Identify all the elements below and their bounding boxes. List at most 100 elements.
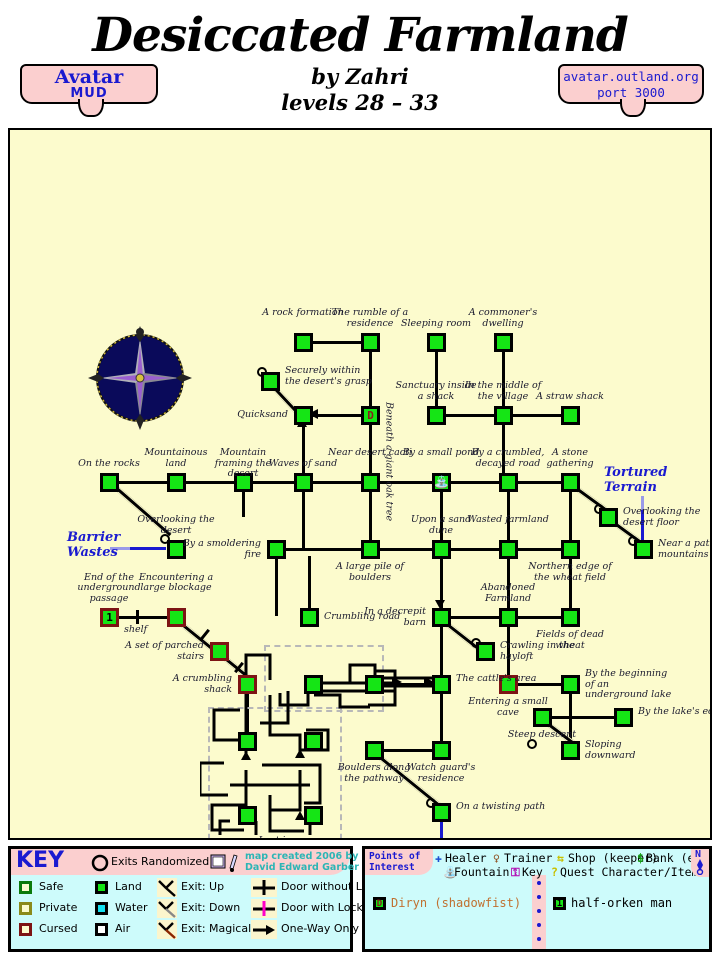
bank-icon: $ bbox=[637, 851, 644, 865]
key-label: Key bbox=[522, 865, 543, 879]
room-end-underground-passage[interactable]: 1 bbox=[100, 608, 119, 627]
room-crumbling-shack[interactable] bbox=[238, 675, 257, 694]
room-near-desert-cacti[interactable] bbox=[361, 473, 380, 492]
poi-entry-halforken: half-orken man bbox=[571, 896, 673, 910]
room-beneath-oak-tree[interactable]: D bbox=[361, 406, 380, 425]
label-safe: Safe bbox=[39, 880, 64, 893]
door-marker bbox=[136, 610, 139, 624]
header: Desiccated Farmland by Zahri levels 28 –… bbox=[0, 0, 720, 125]
room-large-pile-boulders[interactable] bbox=[361, 540, 380, 559]
healer-icon: ✚ bbox=[435, 851, 442, 865]
healer-label: Healer bbox=[445, 851, 487, 865]
room-large-blockage[interactable] bbox=[167, 608, 186, 627]
room-maze-1[interactable] bbox=[304, 675, 323, 694]
swatch-water bbox=[95, 902, 108, 915]
room-stone-gathering[interactable] bbox=[561, 473, 580, 492]
room-sleeping-room[interactable] bbox=[427, 333, 446, 352]
room-abandoned-farmland[interactable] bbox=[499, 608, 518, 627]
room-maze-3[interactable] bbox=[238, 732, 257, 751]
room-label-abandoned-farmland: Abandoned Farmland bbox=[480, 582, 536, 604]
room-label-securely-desert-grasp: Securely within the desert's grasp bbox=[285, 365, 372, 387]
room-cattles-area[interactable] bbox=[432, 675, 451, 694]
room-sloping-downward[interactable] bbox=[561, 741, 580, 760]
room-crumbling-road[interactable] bbox=[300, 608, 319, 627]
room-label-on-twisting-path: On a twisting path bbox=[456, 801, 546, 812]
room-label-entering-small-cave: Entering a small cave bbox=[468, 696, 548, 718]
room-on-the-rocks[interactable] bbox=[100, 473, 119, 492]
room-parched-stairs[interactable] bbox=[210, 642, 229, 661]
room-middle-village[interactable] bbox=[494, 406, 513, 425]
room-underground-lake-beginning[interactable] bbox=[561, 675, 580, 694]
key-legend-inner: KEY Exits Randomized map created 2006 by… bbox=[11, 848, 381, 949]
room-poi-fountain-icon: ⛲ bbox=[434, 475, 449, 489]
trainer-icon: ♀ bbox=[493, 851, 500, 865]
compass-rose bbox=[88, 326, 192, 430]
label-exit-down: Exit: Down bbox=[181, 901, 241, 914]
room-securely-desert-grasp[interactable] bbox=[261, 372, 280, 391]
quest-label: Quest Character/Item bbox=[560, 865, 699, 879]
key-title: KEY bbox=[16, 848, 65, 873]
poi-legend-inner: Points of Interest ✚ Healer ♀ Trainer ⇆ … bbox=[365, 849, 709, 949]
room-smoldering-fire[interactable] bbox=[267, 540, 286, 559]
map-canvas[interactable]: shelf D ⛲ 1 A rock formation The rumble … bbox=[8, 128, 712, 840]
key-legend: KEY Exits Randomized map created 2006 by… bbox=[8, 846, 381, 952]
room-near-path-mountains[interactable] bbox=[634, 540, 653, 559]
edge bbox=[308, 556, 311, 616]
poi-entry-diryn: Diryn (shadowfist) bbox=[391, 896, 522, 910]
room-label-stone-gathering: A stone gathering bbox=[546, 447, 594, 469]
label-private: Private bbox=[39, 901, 78, 914]
room-label-smoldering-fire: By a smoldering fire bbox=[182, 538, 261, 560]
server-address-banner: avatar.outland.org port 3000 bbox=[558, 64, 704, 117]
room-straw-shack[interactable] bbox=[561, 406, 580, 425]
room-rumble-residence[interactable] bbox=[361, 333, 380, 352]
swatch-private bbox=[19, 902, 32, 915]
room-fields-dead-wheat[interactable] bbox=[561, 608, 580, 627]
room-label-underground-lake-beginning: By the beginning of an underground lake bbox=[585, 668, 672, 700]
room-by-small-pond[interactable]: ⛲ bbox=[432, 473, 451, 492]
room-crumbled-decayed-road[interactable] bbox=[499, 473, 518, 492]
room-commoners-dwelling[interactable] bbox=[494, 333, 513, 352]
room-decrepit-barn[interactable] bbox=[432, 608, 451, 627]
room-label-wasted-farmland: Wasted farmland bbox=[467, 514, 549, 525]
edge bbox=[542, 716, 614, 719]
room-upon-sand-dune[interactable] bbox=[432, 540, 451, 559]
fountain-label: Fountain bbox=[454, 865, 510, 879]
swatch-land bbox=[95, 881, 108, 894]
divider-dot bbox=[537, 881, 541, 885]
room-sanctuary-shack[interactable] bbox=[427, 406, 446, 425]
quest-icon: ? bbox=[551, 865, 558, 879]
avatar-mud-banner: Avatar MUD bbox=[20, 64, 158, 117]
room-label-lakes-edge: By the lake's edge bbox=[638, 706, 710, 717]
poi-title: Points of Interest bbox=[369, 851, 421, 873]
room-waves-of-sand[interactable] bbox=[294, 473, 313, 492]
room-overlooking-desert-floor[interactable] bbox=[599, 508, 618, 527]
room-maze-2[interactable] bbox=[365, 675, 384, 694]
room-maze-6[interactable] bbox=[304, 806, 323, 825]
shop-label: Shop (keeper) bbox=[568, 851, 659, 865]
room-rock-formation[interactable] bbox=[294, 333, 313, 352]
room-maze-4[interactable] bbox=[304, 732, 323, 751]
edge bbox=[302, 489, 305, 548]
page-title: Desiccated Farmland bbox=[92, 8, 629, 63]
room-crawling-hayloft[interactable] bbox=[476, 642, 495, 661]
room-poi-1-icon: 1 bbox=[106, 611, 113, 624]
door-with-lock-icon bbox=[253, 901, 275, 916]
room-northern-wheat-edge[interactable] bbox=[561, 540, 580, 559]
room-maze-5[interactable] bbox=[238, 806, 257, 825]
trainer-label: Trainer bbox=[504, 851, 553, 865]
server-host: avatar.outland.org bbox=[563, 69, 699, 84]
room-lakes-edge[interactable] bbox=[614, 708, 633, 727]
room-watch-guards-residence[interactable] bbox=[432, 741, 451, 760]
room-label-cattles-area: The cattle's area bbox=[456, 673, 537, 684]
room-label-crumbling-shack: A crumbling shack bbox=[172, 673, 232, 695]
room-on-twisting-path[interactable] bbox=[432, 803, 451, 822]
label-land: Land bbox=[115, 880, 142, 893]
room-quicksand[interactable] bbox=[294, 406, 313, 425]
room-poi-d-icon: D bbox=[367, 409, 374, 422]
shelf-label: shelf bbox=[124, 624, 148, 635]
room-boulders-pathway[interactable] bbox=[365, 741, 384, 760]
one-way-only-icon bbox=[253, 925, 275, 935]
room-label-overlooking-desert-floor: Overlooking the desert floor bbox=[623, 506, 701, 528]
room-mountainous-land[interactable] bbox=[167, 473, 186, 492]
room-wasted-farmland[interactable] bbox=[499, 540, 518, 559]
